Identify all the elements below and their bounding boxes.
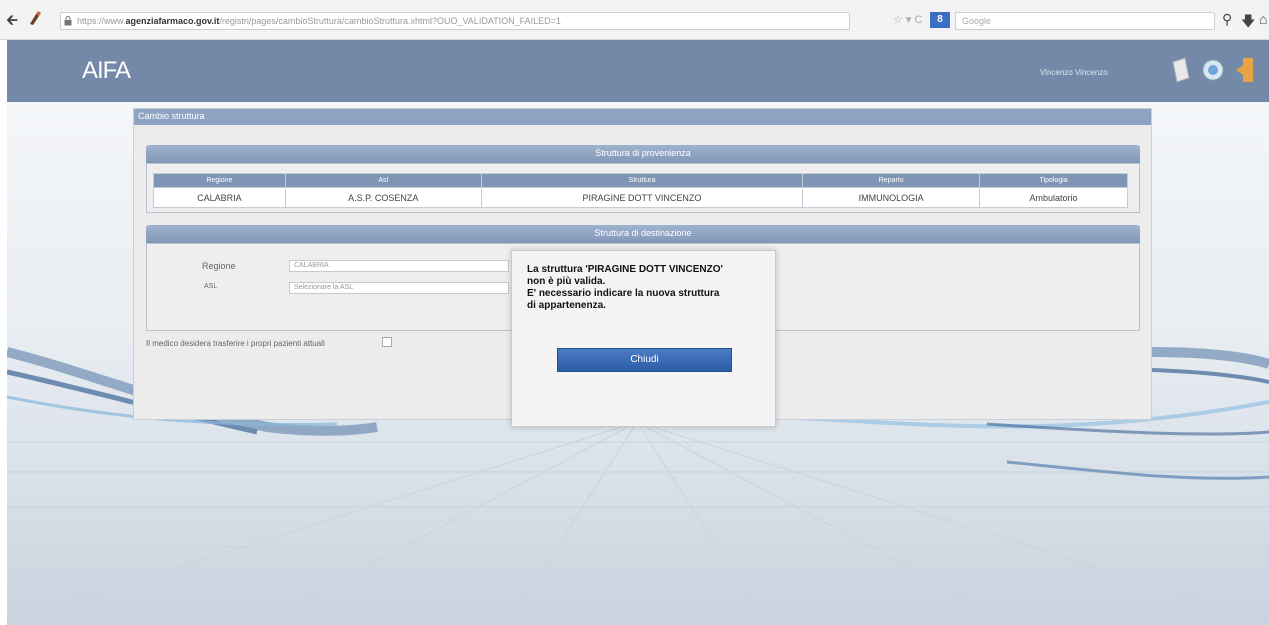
table-row: CALABRIA A.S.P. COSENZA PIRAGINE DOTT VI… — [153, 187, 1128, 208]
download-icon[interactable]: 🡇 — [1241, 11, 1255, 35]
browser-toolbar: 🡰 https://www.agenziafarmaco.gov.it/regi… — [0, 0, 1269, 40]
column-header: Reparto — [802, 173, 981, 188]
panel-title-bar: Cambio struttura — [134, 109, 1151, 125]
search-engine-icon[interactable]: 8 — [930, 12, 950, 28]
asl-label: ASL — [204, 283, 218, 290]
transfer-patients-checkbox[interactable] — [382, 337, 392, 347]
table-cell: IMMUNOLOGIA — [802, 187, 981, 208]
magnifier-icon[interactable]: ⚲ — [1222, 11, 1232, 28]
column-header: Tipologia — [979, 173, 1128, 188]
addon-icon[interactable] — [28, 10, 42, 29]
home-icon[interactable]: ⌂ — [1259, 11, 1267, 27]
help-icon[interactable] — [1201, 56, 1225, 84]
regione-field: CALABRIA — [289, 260, 509, 272]
app-header: AIFA Vincenzo Vincenzo — [7, 40, 1269, 102]
search-input[interactable]: Google — [955, 12, 1215, 30]
lock-icon — [64, 16, 72, 26]
column-header: Regione — [153, 173, 286, 188]
validation-error-dialog: La struttura 'PIRAGINE DOTT VINCENZO' no… — [511, 250, 776, 427]
address-bar[interactable]: https://www.agenziafarmaco.gov.it/regist… — [60, 12, 850, 30]
table-cell: Ambulatorio — [979, 187, 1128, 208]
table-cell: CALABRIA — [153, 187, 286, 208]
column-header: Asl — [284, 173, 482, 188]
document-icon[interactable] — [1171, 56, 1191, 84]
transfer-patients-label: Il medico desidera trasferire i propri p… — [146, 339, 325, 348]
table-cell: PIRAGINE DOTT VINCENZO — [480, 187, 804, 208]
table-header-row: Regione Asl Struttura Reparto Tipologia — [153, 173, 1128, 188]
destination-section-header: Struttura di destinazione — [146, 225, 1140, 243]
bookmark-reload-icons[interactable]: ☆ ▾ C — [893, 13, 922, 26]
back-icon[interactable]: 🡰 — [6, 13, 18, 28]
origin-section-header: Struttura di provenienza — [146, 145, 1140, 163]
asl-select[interactable]: Selezionare la ASL — [289, 282, 509, 294]
column-header: Struttura — [480, 173, 804, 188]
close-button[interactable]: Chiudi — [557, 348, 732, 372]
panel-title: Cambio struttura — [138, 111, 205, 121]
origin-table: Regione Asl Struttura Reparto Tipologia … — [153, 173, 1128, 208]
table-cell: A.S.P. COSENZA — [284, 187, 482, 208]
logout-icon[interactable] — [1235, 56, 1255, 84]
url-text: https://www.agenziafarmaco.gov.it/regist… — [77, 16, 561, 26]
dialog-message: La struttura 'PIRAGINE DOTT VINCENZO' no… — [527, 264, 723, 311]
user-name: Vincenzo Vincenzo — [1040, 68, 1108, 77]
aifa-logo: AIFA — [82, 57, 131, 84]
regione-label: Regione — [202, 261, 236, 271]
